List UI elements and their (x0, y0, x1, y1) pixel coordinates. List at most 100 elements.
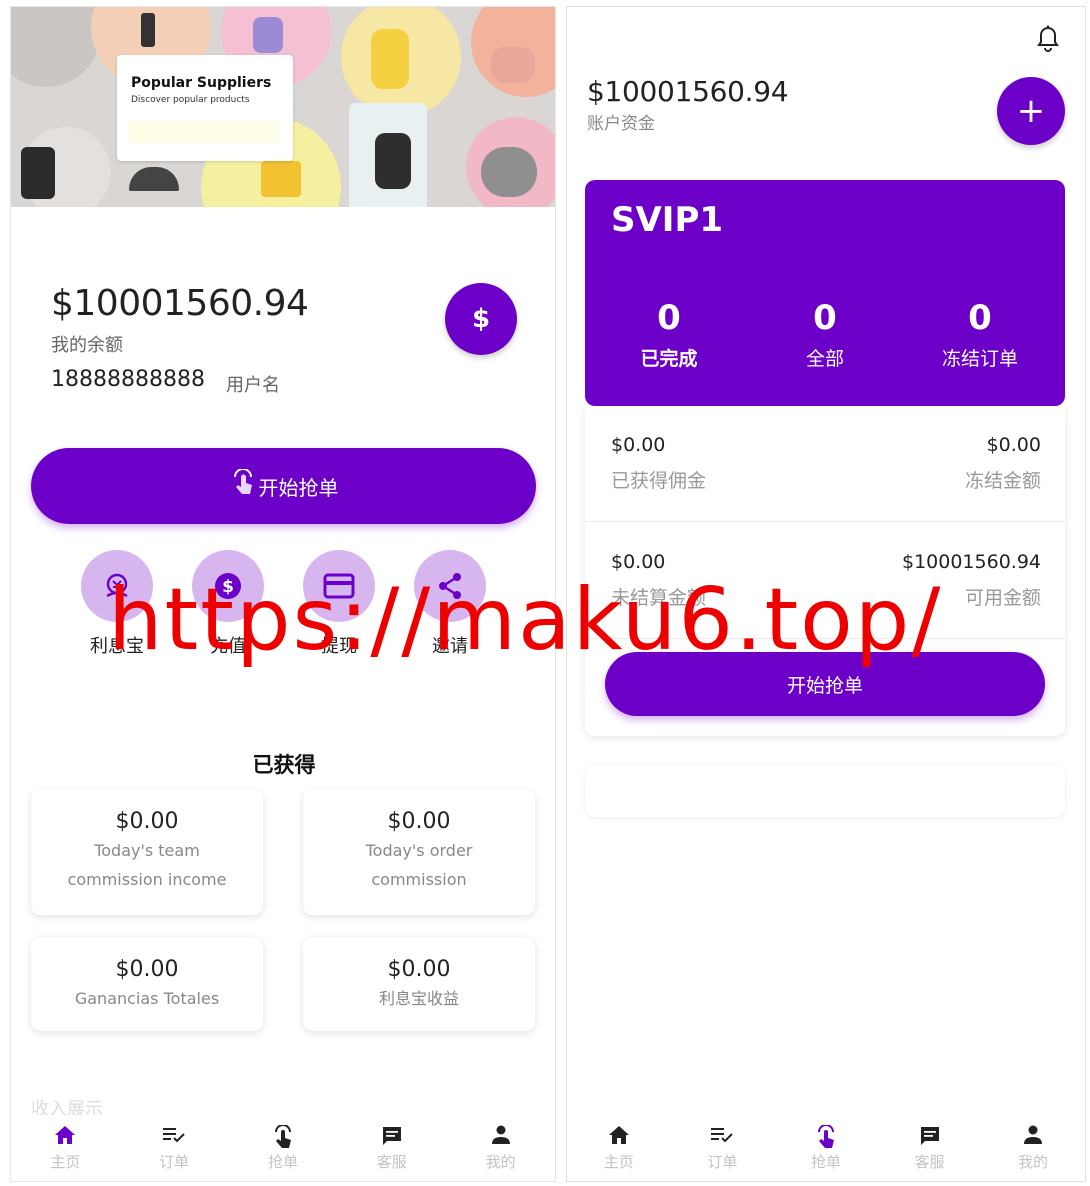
all-count: 0 (813, 298, 837, 338)
total-earnings-label: Ganancias Totales (74, 989, 220, 1008)
vip-stat-frozen: 0 冻结订单 (910, 298, 1050, 371)
interest-earnings-amount: $0.00 (387, 957, 451, 982)
dollar-icon: $ (471, 304, 491, 334)
team-commission-amount: $0.00 (115, 809, 179, 834)
tab-orders[interactable]: 订单 (134, 1125, 214, 1172)
invite-label: 邀请 (432, 636, 468, 657)
banner-title: Popular Suppliers (131, 75, 272, 91)
order-commission-amount: $0.00 (387, 809, 451, 834)
unsettled-amount: $0.00 (611, 551, 666, 573)
bottom-tabbar-right: 主页 订单 抢单 客服 我的 (567, 1115, 1085, 1181)
tab-home-label: 主页 (50, 1152, 81, 1171)
dollar-button[interactable]: $ (445, 283, 517, 355)
commission-info-card: $0.00 已获得佣金 $0.00 冻结金额 $0.00 未结算金额 $1000… (585, 406, 1065, 736)
tab-orders-label: 订单 (707, 1152, 738, 1171)
credit-card-icon (303, 550, 375, 622)
interest-earnings-card: $0.00 利息宝收益 (303, 937, 535, 1031)
tab-grab[interactable]: 抢单 (243, 1123, 323, 1172)
chat-icon (890, 1125, 970, 1149)
available-label: 可用金额 (964, 587, 1041, 609)
balance-amount: $10001560.94 (51, 283, 309, 324)
withdraw-action[interactable]: 提现 (301, 550, 377, 658)
svg-text:$: $ (222, 577, 234, 597)
interest-label: 利息宝 (90, 636, 144, 657)
chat-icon (352, 1125, 432, 1149)
recharge-label: 充值 (210, 636, 246, 657)
start-grab-button[interactable]: 开始抢单 (31, 448, 536, 524)
completed-count: 0 (657, 298, 681, 338)
tab-service-label: 客服 (914, 1152, 945, 1171)
username-label: 用户名 (226, 375, 280, 396)
suppliers-banner[interactable]: Popular Suppliers Discover popular produ… (11, 7, 555, 207)
tab-orders-label: 订单 (159, 1152, 190, 1171)
tap-hand-icon (786, 1123, 866, 1149)
vip-stat-completed: 0 已完成 (599, 298, 739, 371)
tab-mine-label: 我的 (485, 1152, 516, 1171)
interest-coin-icon (81, 550, 153, 622)
share-icon (414, 550, 486, 622)
order-list-icon (682, 1125, 762, 1149)
frozen-amount-label: 冻结金额 (964, 470, 1041, 492)
tab-service-label: 客服 (376, 1152, 407, 1171)
tab-grab-label: 抢单 (267, 1152, 298, 1171)
home-icon (579, 1125, 659, 1149)
start-grab-secondary-label: 开始抢单 (786, 674, 863, 697)
balance-label: 我的余额 (51, 335, 123, 356)
completed-label: 已完成 (640, 348, 698, 370)
withdraw-label: 提现 (321, 636, 357, 657)
earned-title: 已获得 (252, 753, 316, 777)
total-earnings-amount: $0.00 (115, 957, 179, 982)
invite-action[interactable]: 邀请 (412, 550, 488, 658)
frozen-amount: $0.00 (986, 434, 1041, 456)
tab-mine[interactable]: 我的 (461, 1125, 541, 1172)
team-commission-label: Today's team commission income (67, 841, 227, 889)
grab-screen: $10001560.94 账户资金 + SVIP1 0 已完成 0 全部 0 冻… (566, 6, 1086, 1182)
tab-mine-label: 我的 (1018, 1152, 1049, 1171)
tab-mine[interactable]: 我的 (993, 1125, 1073, 1172)
tab-service[interactable]: 客服 (352, 1125, 432, 1172)
plus-icon: + (1016, 91, 1046, 131)
tab-home[interactable]: 主页 (25, 1125, 105, 1172)
recharge-action[interactable]: $ 充值 (190, 550, 266, 658)
frozen-label: 冻结订单 (941, 348, 1018, 370)
order-commission-label: Today's order commission (365, 841, 473, 889)
tab-orders[interactable]: 订单 (682, 1125, 762, 1172)
tab-home-label: 主页 (603, 1152, 634, 1171)
available-amount: $10001560.94 (901, 551, 1041, 573)
team-commission-card: $0.00 Today's team commission income (31, 789, 263, 915)
empty-card (585, 765, 1065, 817)
start-grab-button-secondary[interactable]: 开始抢单 (605, 652, 1045, 716)
frozen-count: 0 (968, 298, 992, 338)
tab-home[interactable]: 主页 (579, 1125, 659, 1172)
total-earnings-card: $0.00 Ganancias Totales (31, 937, 263, 1031)
tab-grab[interactable]: 抢单 (786, 1123, 866, 1172)
banner-subtitle: Discover popular products (131, 95, 250, 105)
dollar-coin-icon: $ (192, 550, 264, 622)
vip-stat-all: 0 全部 (755, 298, 895, 371)
bottom-tabbar: 主页 订单 抢单 客服 我的 (11, 1115, 555, 1181)
info-row-balance: $0.00 未结算金额 $10001560.94 可用金额 (585, 523, 1065, 639)
interest-earnings-label: 利息宝收益 (378, 989, 459, 1008)
all-label: 全部 (805, 348, 844, 370)
banner-highlight (129, 121, 279, 143)
banner-card: Popular Suppliers Discover popular produ… (117, 55, 293, 161)
account-balance-label: 账户资金 (587, 114, 655, 134)
bell-icon[interactable] (1035, 25, 1061, 55)
interest-action[interactable]: 利息宝 (79, 550, 155, 658)
tab-grab-label: 抢单 (810, 1152, 841, 1171)
start-grab-label: 开始抢单 (258, 475, 339, 500)
tap-hand-icon (229, 468, 257, 503)
info-row-commission: $0.00 已获得佣金 $0.00 冻结金额 (585, 406, 1065, 522)
person-icon (461, 1125, 541, 1149)
unsettled-label: 未结算金额 (611, 587, 707, 609)
add-funds-button[interactable]: + (997, 77, 1065, 145)
vip-card: SVIP1 0 已完成 0 全部 0 冻结订单 (585, 180, 1065, 406)
user-phone: 18888888888 (51, 367, 205, 392)
person-icon (993, 1125, 1073, 1149)
tap-hand-icon (243, 1123, 323, 1149)
order-list-icon (134, 1125, 214, 1149)
order-commission-card: $0.00 Today's order commission (303, 789, 535, 915)
account-balance-amount: $10001560.94 (587, 75, 789, 108)
tab-service[interactable]: 客服 (890, 1125, 970, 1172)
home-icon (25, 1125, 105, 1149)
